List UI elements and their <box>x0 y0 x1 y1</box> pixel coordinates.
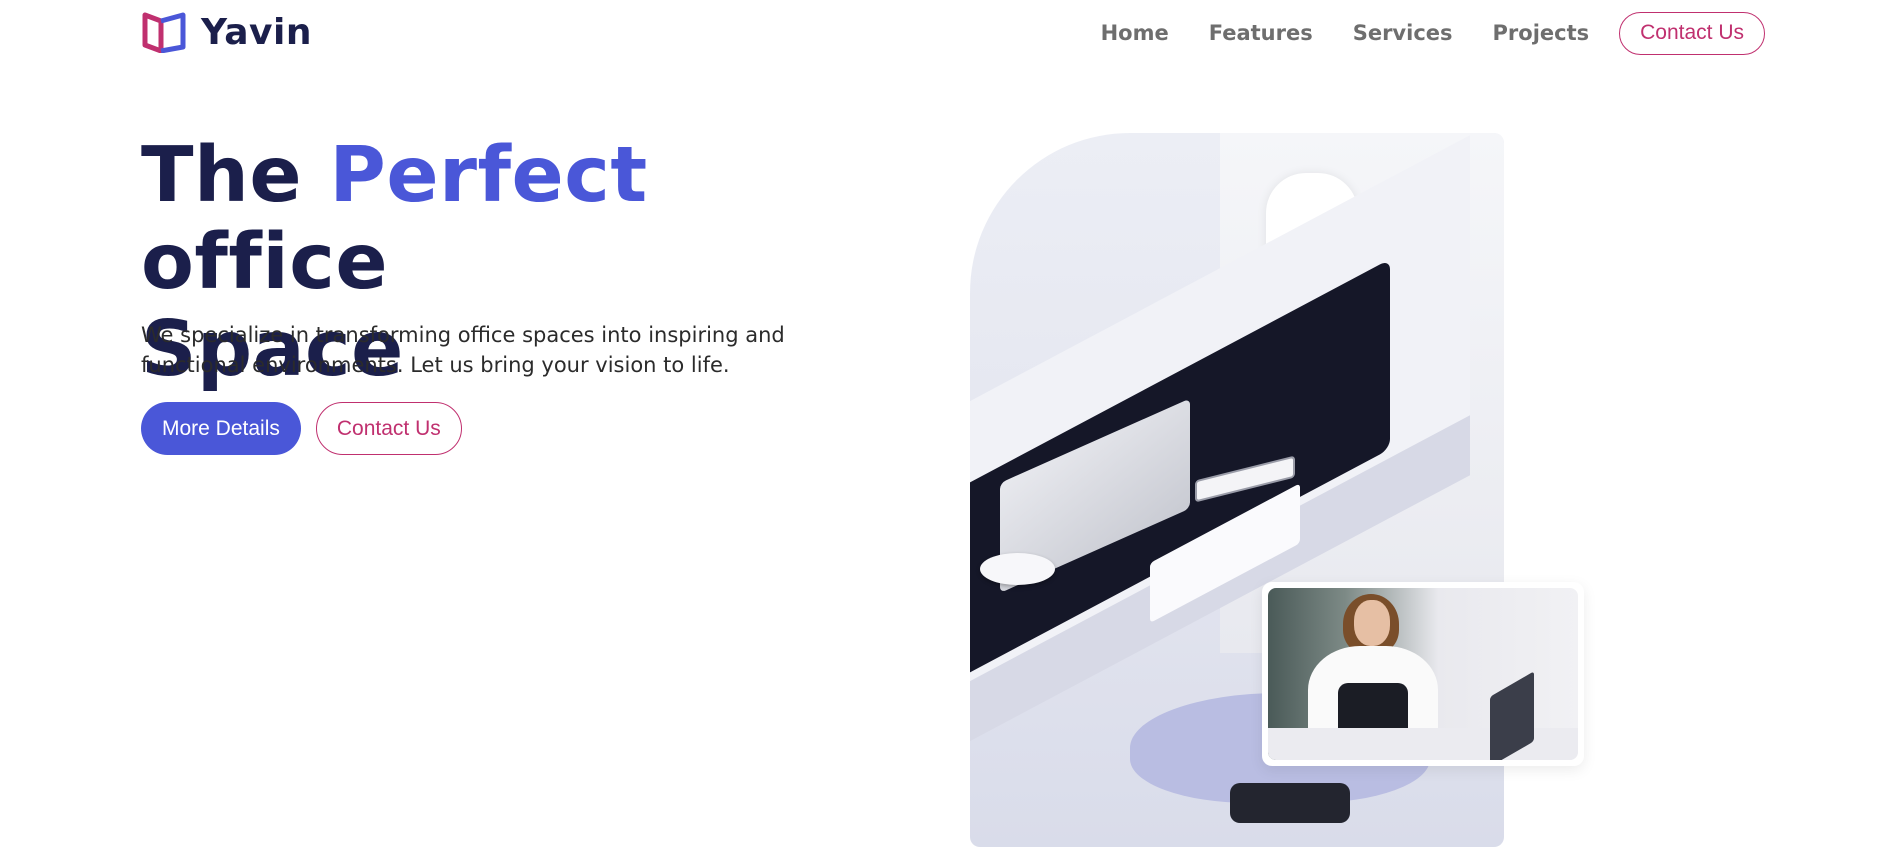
hero-contact-button[interactable]: Contact Us <box>315 402 462 455</box>
book-logo-icon <box>142 12 186 53</box>
brand-name: Yavin <box>201 11 312 53</box>
hero-title-accent: Perfect <box>329 131 648 220</box>
person-face <box>1354 600 1390 646</box>
hero-title-part2: office <box>141 218 389 307</box>
brand-logo[interactable]: Yavin <box>141 11 312 53</box>
more-details-button[interactable]: More Details <box>141 402 301 455</box>
nav-contact-button[interactable]: Contact Us <box>1619 11 1765 55</box>
nav-link-features[interactable]: Features <box>1209 8 1313 58</box>
nav-link-projects[interactable]: Projects <box>1493 8 1590 58</box>
woman-working-photo <box>1268 588 1578 760</box>
nav-link-home[interactable]: Home <box>1101 8 1169 58</box>
mouse <box>980 553 1055 585</box>
inset-photo-card <box>1262 582 1584 766</box>
chair-base <box>1230 783 1350 823</box>
site-header: Yavin Home Features Services Projects Co… <box>0 0 1895 70</box>
hero-buttons: More Details Contact Us <box>141 402 462 455</box>
nav-link-services[interactable]: Services <box>1353 8 1453 58</box>
main-nav: Home Features Services Projects Contact … <box>1101 8 1765 58</box>
hero-description: We specialize in transforming office spa… <box>141 323 785 377</box>
hero-title-part1: The <box>141 131 303 220</box>
